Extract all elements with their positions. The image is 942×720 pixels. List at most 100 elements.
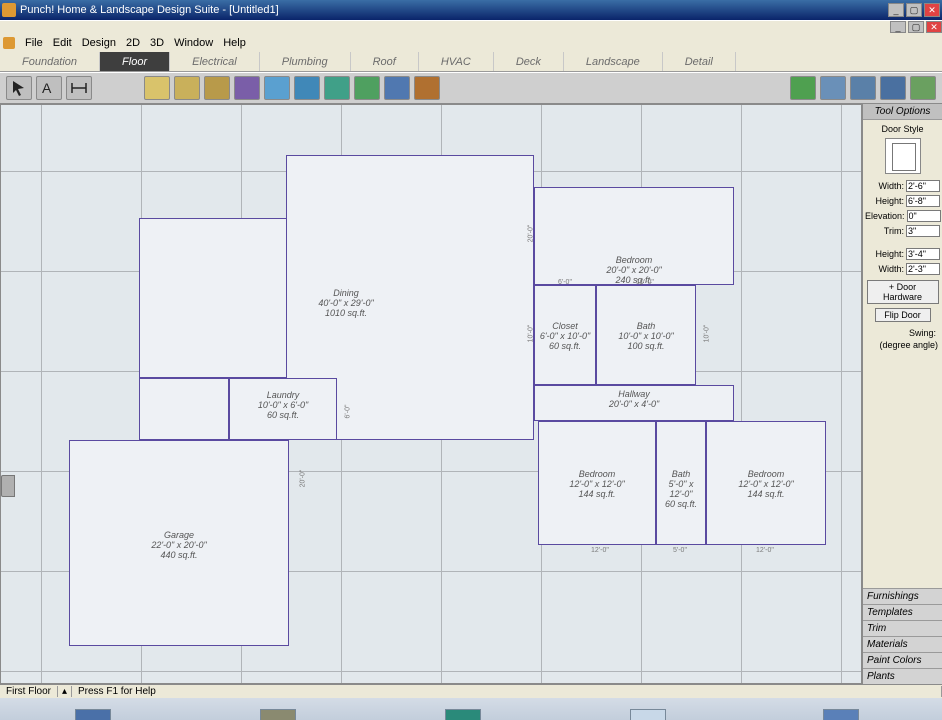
- dim-note: 12'-0": [591, 547, 609, 554]
- wall-tool-icon[interactable]: [174, 76, 200, 100]
- maximize-button[interactable]: ▢: [906, 3, 922, 17]
- sidecat-trim[interactable]: Trim: [863, 620, 942, 636]
- bottom-nav: Design Support Shop Plot Contractors: [0, 698, 942, 720]
- door-hardware-button[interactable]: + Door Hardware: [867, 280, 939, 304]
- door-tool-icon[interactable]: [234, 76, 260, 100]
- nav-plot[interactable]: Plot: [630, 709, 666, 720]
- room-hallway[interactable]: Hallway 20'-0" x 4'-0": [534, 385, 734, 421]
- menu-window[interactable]: Window: [174, 37, 213, 49]
- doc-icon: [3, 37, 15, 49]
- column-tool-icon[interactable]: [324, 76, 350, 100]
- app-icon: [2, 3, 16, 17]
- view-render-icon[interactable]: [910, 76, 936, 100]
- status-floor[interactable]: First Floor: [0, 686, 58, 697]
- title-bar: Punch! Home & Landscape Design Suite - […: [0, 0, 942, 20]
- plot-icon: [630, 709, 666, 720]
- nav-contractors[interactable]: Contractors: [816, 709, 868, 720]
- view-2d-icon[interactable]: [820, 76, 846, 100]
- dim-note: 20'-0": [299, 470, 306, 488]
- elevation-field[interactable]: [907, 210, 941, 222]
- nav-support[interactable]: Support: [260, 709, 296, 720]
- room-garage[interactable]: Garage 22'-0" x 20'-0" 440 sq.ft.: [69, 440, 289, 646]
- railing-tool-icon[interactable]: [354, 76, 380, 100]
- mdi-close-button[interactable]: ✕: [926, 21, 942, 33]
- menu-2d[interactable]: 2D: [126, 37, 140, 49]
- mdi-maximize-button[interactable]: ▢: [908, 21, 924, 33]
- height-label: Height:: [865, 196, 906, 206]
- width-field[interactable]: [906, 180, 940, 192]
- tab-deck[interactable]: Deck: [494, 52, 564, 71]
- tab-landscape[interactable]: Landscape: [564, 52, 663, 71]
- trim-field[interactable]: [906, 225, 940, 237]
- toolbar: A: [0, 72, 942, 104]
- tab-electrical[interactable]: Electrical: [170, 52, 260, 71]
- room-laundry[interactable]: Laundry 10'-0" x 6'-0" 60 sq.ft.: [229, 378, 337, 440]
- flip-door-button[interactable]: Flip Door: [875, 308, 931, 322]
- eco-view-icon[interactable]: [790, 76, 816, 100]
- minimize-button[interactable]: _: [888, 3, 904, 17]
- height-field[interactable]: [906, 195, 940, 207]
- view-3d-icon[interactable]: [850, 76, 876, 100]
- width-label: Width:: [865, 181, 906, 191]
- floor-tool-icon[interactable]: [144, 76, 170, 100]
- pointer-tool-icon[interactable]: [6, 76, 32, 100]
- dim-note: 6'-0": [558, 279, 572, 286]
- elevation-label: Elevation:: [865, 211, 907, 221]
- room-bedroom-1[interactable]: Bedroom 20'-0" x 20'-0" 240 sq.ft.: [534, 187, 734, 285]
- cabinet-tool-icon[interactable]: [414, 76, 440, 100]
- text-tool-icon[interactable]: A: [36, 76, 62, 100]
- height2-field[interactable]: [906, 248, 940, 260]
- tab-floor[interactable]: Floor: [100, 52, 170, 71]
- close-button[interactable]: ✕: [924, 3, 940, 17]
- nav-design[interactable]: Design: [75, 709, 111, 720]
- menu-file[interactable]: File: [25, 37, 43, 49]
- dim-note: 12'-0": [756, 547, 774, 554]
- menu-edit[interactable]: Edit: [53, 37, 72, 49]
- window-tool-icon[interactable]: [264, 76, 290, 100]
- ceiling-tool-icon[interactable]: [384, 76, 410, 100]
- room-dining-c[interactable]: [139, 378, 229, 440]
- mdi-minimize-button[interactable]: _: [890, 21, 906, 33]
- dimension-tool-icon[interactable]: [66, 76, 92, 100]
- room-bedroom-3[interactable]: Bedroom 12'-0" x 12'-0" 144 sq.ft.: [706, 421, 826, 545]
- room-bedroom-2[interactable]: Bedroom 12'-0" x 12'-0" 144 sq.ft.: [538, 421, 656, 545]
- sidecat-furnishings[interactable]: Furnishings: [863, 588, 942, 604]
- room-tool-icon[interactable]: [204, 76, 230, 100]
- dim-note: 6'-0": [344, 405, 351, 419]
- room-closet[interactable]: Closet 6'-0" x 10'-0" 60 sq.ft.: [534, 285, 596, 385]
- dim-note: 10'-0": [703, 325, 710, 343]
- width2-field[interactable]: [906, 263, 940, 275]
- menu-3d[interactable]: 3D: [150, 37, 164, 49]
- tab-roof[interactable]: Roof: [351, 52, 419, 71]
- height2-label: Height:: [865, 249, 906, 259]
- mdi-controls: _ ▢ ✕: [0, 20, 942, 34]
- nav-shop[interactable]: Shop: [445, 709, 481, 720]
- tool-options-panel: Tool Options Door Style Width: Height: E…: [862, 104, 942, 684]
- sidecat-plants[interactable]: Plants: [863, 668, 942, 684]
- tab-foundation[interactable]: Foundation: [0, 52, 100, 71]
- menu-design[interactable]: Design: [82, 37, 116, 49]
- canvas[interactable]: Dining 40'-0" x 29'-0" 1010 sq.ft. Laund…: [0, 104, 862, 684]
- sidecat-materials[interactable]: Materials: [863, 636, 942, 652]
- sidecat-paint-colors[interactable]: Paint Colors: [863, 652, 942, 668]
- app-title: Punch! Home & Landscape Design Suite - […: [20, 4, 279, 16]
- menu-help[interactable]: Help: [223, 37, 246, 49]
- status-bar: First Floor ▴ Press F1 for Help: [0, 684, 942, 698]
- stair-tool-icon[interactable]: [294, 76, 320, 100]
- room-bath-2[interactable]: Bath 5'-0" x 12'-0" 60 sq.ft.: [656, 421, 706, 545]
- tab-plumbing[interactable]: Plumbing: [260, 52, 351, 71]
- dim-note: 5'-0": [673, 547, 687, 554]
- swing-sublabel: (degree angle): [863, 340, 942, 352]
- door-style-swatch[interactable]: [885, 138, 921, 174]
- view-split-icon[interactable]: [880, 76, 906, 100]
- sidecat-templates[interactable]: Templates: [863, 604, 942, 620]
- label-dining: Dining 40'-0" x 29'-0" 1010 sq.ft.: [286, 289, 406, 319]
- shop-icon: [445, 709, 481, 720]
- room-bath-1[interactable]: Bath 10'-0" x 10'-0" 100 sq.ft.: [596, 285, 696, 385]
- design-icon: [75, 709, 111, 720]
- tab-detail[interactable]: Detail: [663, 52, 736, 71]
- room-dining-b[interactable]: [139, 218, 287, 378]
- workspace: Dining 40'-0" x 29'-0" 1010 sq.ft. Laund…: [0, 104, 942, 684]
- floor-dropdown-icon[interactable]: ▴: [58, 686, 72, 697]
- tab-hvac[interactable]: HVAC: [419, 52, 494, 71]
